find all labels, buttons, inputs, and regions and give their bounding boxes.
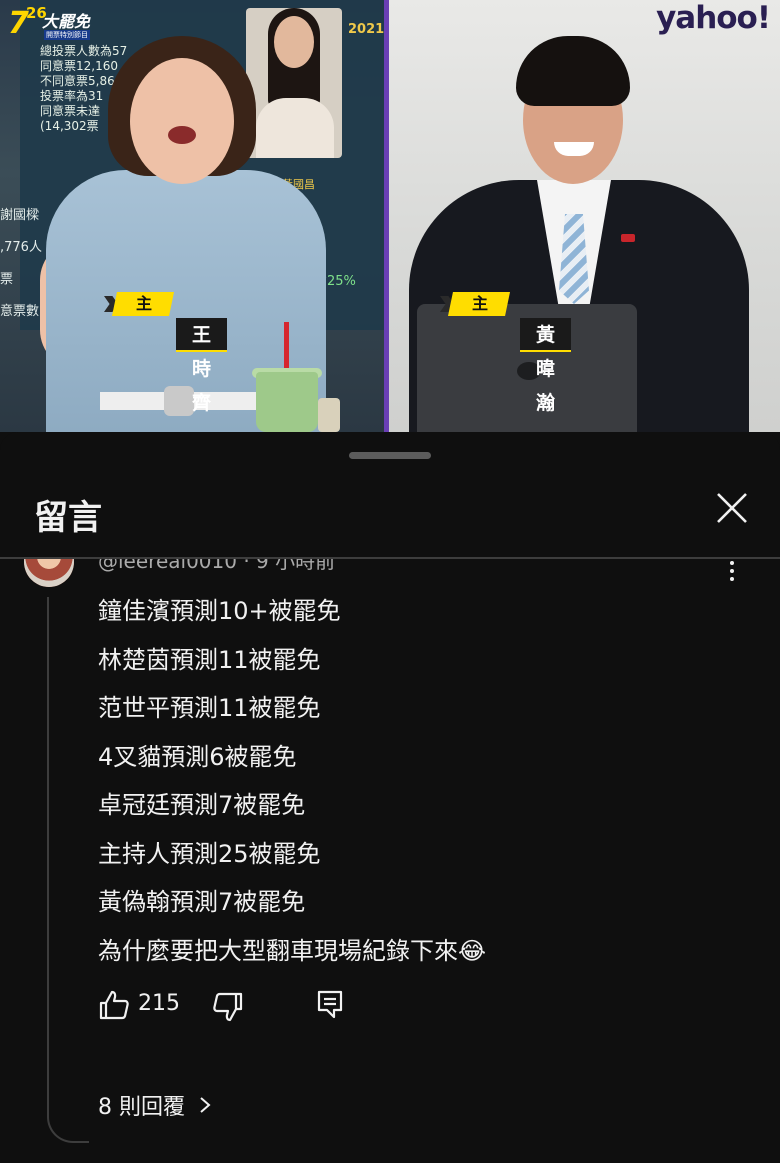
drink-straw — [284, 322, 289, 372]
close-button[interactable] — [708, 486, 754, 532]
board-year: 2021 — [348, 22, 385, 37]
dislike-icon — [213, 992, 243, 1022]
like-button[interactable] — [98, 989, 130, 1021]
host-face — [130, 58, 234, 184]
reply-icon — [317, 990, 343, 1019]
thread-line — [47, 597, 89, 1143]
comment-line: 主持人預測25被罷免 — [98, 839, 321, 868]
like-count: 215 — [138, 991, 180, 1016]
video-panel-right: 主持人 黃暐瀚 yahoo! — [389, 0, 780, 432]
belt-buckle — [164, 386, 194, 416]
host-hair — [516, 36, 630, 106]
chevron-right-icon — [198, 1095, 212, 1121]
yahoo-watermark: yahoo! — [656, 0, 771, 36]
view-replies-button[interactable]: 8 則回覆 — [98, 1089, 212, 1125]
comment-line: 林楚茵預測11被罷免 — [98, 645, 321, 674]
comment-text: 鐘佳濱預測10+被罷免 林楚茵預測11被罷免 范世平預測11被罷免 4叉貓預測6… — [98, 587, 486, 975]
host-mouth — [168, 126, 196, 144]
drink-cup — [256, 372, 318, 432]
host-role-label: 主持人 — [112, 292, 175, 316]
close-icon — [717, 493, 747, 523]
host-name-label: 王時齊 — [176, 318, 228, 414]
host-name-label: 黃暐瀚 — [520, 318, 572, 414]
comment-line: 4叉貓預測6被罷免 — [98, 742, 297, 771]
sheet-title: 留言 — [34, 498, 102, 538]
more-button[interactable] — [724, 561, 740, 583]
comments-sheet: 留言 @leereal0010 · 9 小時前 鐘佳濱預測10+被罷免 林楚茵預… — [0, 432, 780, 1163]
board-side-text: 謝國樑 ,776人 票 意票數 — [0, 208, 42, 319]
comment-line: 鐘佳濱預測10+被罷免 — [98, 597, 341, 625]
reply-button[interactable] — [316, 989, 344, 1019]
comment-item: @leereal0010 · 9 小時前 鐘佳濱預測10+被罷免 林楚茵預測11… — [0, 559, 780, 1163]
comment-line: 為什麼要把大型翻車現場紀錄下來😂 — [98, 936, 487, 965]
replies-label: 8 則回覆 — [98, 1095, 185, 1120]
flag-pin — [621, 234, 635, 242]
sheet-drag-handle[interactable] — [349, 452, 431, 459]
video-panel-left: 2021 總投票人數為57 同意票12,160 不同意票5,86 投票率為31 … — [0, 0, 386, 432]
jar — [318, 398, 340, 432]
board-photo — [246, 8, 342, 158]
dislike-button[interactable] — [212, 991, 244, 1023]
host-role-label: 主持人 — [448, 292, 511, 316]
video-player[interactable]: 2021 總投票人數為57 同意票12,160 不同意票5,86 投票率為31 … — [0, 0, 780, 432]
like-icon — [99, 990, 129, 1020]
comment-line: 卓冠廷預測7被罷免 — [98, 791, 306, 819]
comment-author[interactable]: @leereal0010 · 9 小時前 — [98, 559, 335, 574]
avatar[interactable] — [24, 559, 74, 587]
show-logo: 7 26 大罷免 開票特別節目 — [8, 4, 91, 41]
comment-line: 黃偽翰預測7被罷免 — [98, 888, 306, 916]
comment-line: 范世平預測11被罷免 — [98, 694, 321, 722]
